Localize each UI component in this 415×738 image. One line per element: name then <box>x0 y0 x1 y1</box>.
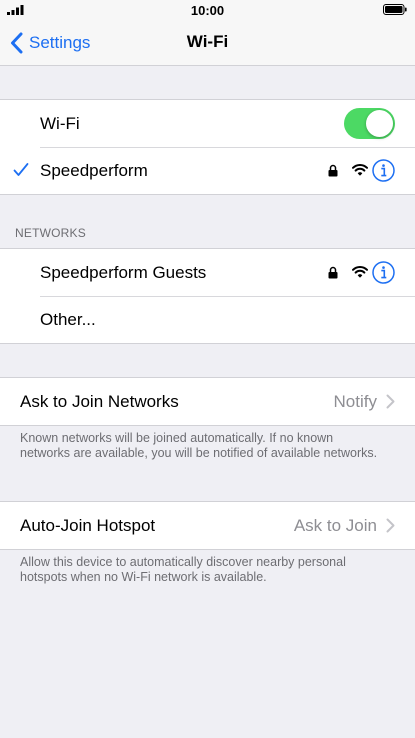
page-title: Wi-Fi <box>186 32 229 51</box>
toggle-knob <box>366 110 393 137</box>
info-icon[interactable] <box>372 261 395 284</box>
lock-icon <box>328 164 338 177</box>
wifi-icon <box>352 265 368 278</box>
wifi-group: Wi-Fi Speedperform <box>0 99 415 195</box>
checkmark-icon <box>13 163 29 176</box>
ask-to-join-footer: Known networks will be joined automatica… <box>20 431 378 460</box>
network-row-speedperform-guests[interactable]: Speedperform Guests <box>0 249 415 296</box>
ask-to-join-group: Ask to Join Networks Notify <box>0 377 415 426</box>
auto-join-hotspot-value: Ask to Join <box>293 516 377 535</box>
lock-icon <box>328 266 338 279</box>
auto-join-hotspot-row[interactable]: Auto-Join Hotspot Ask to Join <box>0 502 415 549</box>
ask-to-join-row[interactable]: Ask to Join Networks Notify <box>0 378 415 425</box>
status-bar: 10:00 <box>0 0 415 20</box>
network-name: Other... <box>40 310 96 329</box>
navigation-bar: Settings Wi-Fi <box>0 20 415 66</box>
connected-network-row[interactable]: Speedperform <box>0 147 415 194</box>
networks-group: Speedperform Guests Other... <box>0 248 415 344</box>
wifi-toggle[interactable] <box>344 108 395 139</box>
auto-join-hotspot-footer: Allow this device to automatically disco… <box>20 555 346 584</box>
auto-join-hotspot-group: Auto-Join Hotspot Ask to Join <box>0 501 415 550</box>
wifi-toggle-label: Wi-Fi <box>40 114 80 133</box>
ask-to-join-label: Ask to Join Networks <box>20 392 179 411</box>
info-icon[interactable] <box>372 159 395 182</box>
battery-icon <box>383 4 407 15</box>
status-time: 10:00 <box>190 3 225 18</box>
network-row-other[interactable]: Other... <box>0 296 415 343</box>
wifi-toggle-row: Wi-Fi <box>0 100 415 147</box>
auto-join-hotspot-label: Auto-Join Hotspot <box>20 516 156 535</box>
wifi-icon <box>352 163 368 176</box>
connected-network-name: Speedperform <box>40 161 148 180</box>
network-name: Speedperform Guests <box>40 263 207 282</box>
chevron-right-icon <box>386 518 395 533</box>
ask-to-join-value: Notify <box>333 392 377 411</box>
networks-section-header: NETWORKS <box>15 226 86 240</box>
chevron-right-icon <box>386 394 395 409</box>
